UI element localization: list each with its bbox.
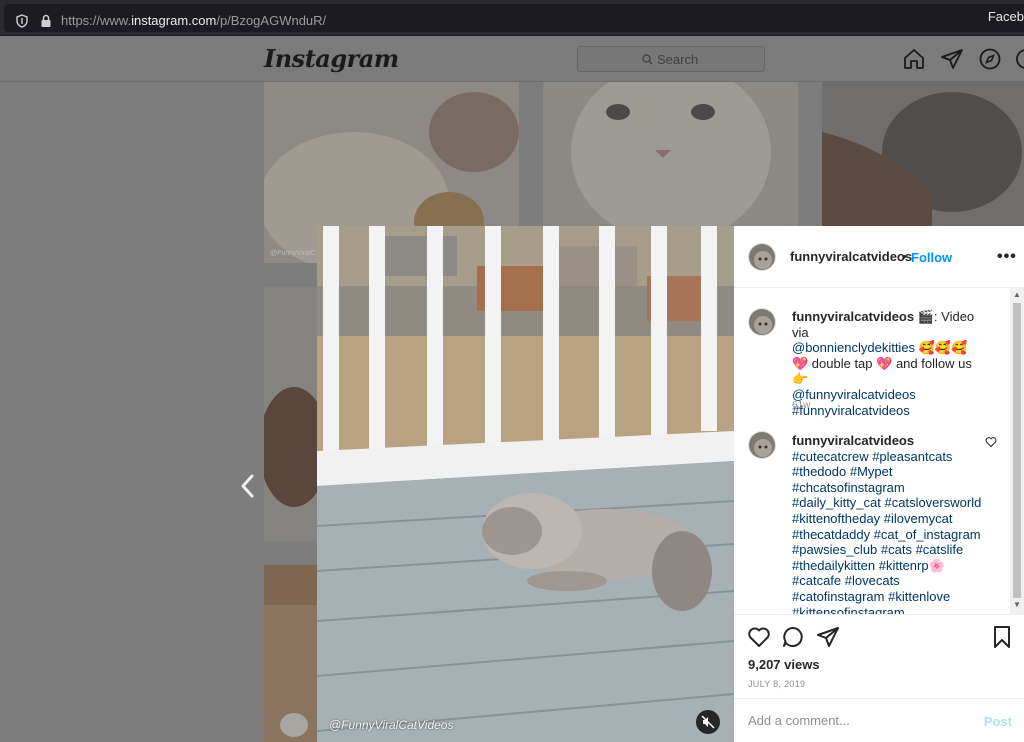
home-icon[interactable] (902, 47, 926, 71)
hashtag-line[interactable]: #chcatsofinstagram (792, 480, 905, 495)
url-text[interactable]: https://www.instagram.com/p/BzogAGWnduR/ (61, 13, 326, 28)
hashtag-line[interactable]: #catofinstagram #kittenlove (792, 589, 950, 604)
avatar-image (749, 309, 775, 335)
hashtag-line[interactable]: #kittensofinstagram (792, 605, 905, 614)
activity-icon[interactable] (1014, 47, 1024, 71)
follow-button[interactable]: Follow (911, 250, 952, 265)
post-comment-button[interactable]: Post (984, 714, 1012, 729)
comment-text: funnyviralcatvideos #cutecatcrew #pleasa… (792, 433, 992, 614)
comment-username[interactable]: funnyviralcatvideos (792, 433, 914, 448)
caption-avatar[interactable] (748, 308, 776, 336)
search-input[interactable]: Search (577, 46, 765, 72)
avatar-image (749, 432, 775, 458)
avatar[interactable] (748, 243, 776, 271)
view-count[interactable]: 9,207 views (748, 657, 820, 672)
share-icon[interactable] (816, 625, 840, 649)
url-path: /p/BzogAGWnduR/ (216, 13, 327, 28)
direct-icon[interactable] (940, 47, 964, 71)
hashtag-line[interactable]: #cutecatcrew #pleasantcats (792, 449, 952, 464)
hashtag-line[interactable]: #thedailykitten #kittenrp (792, 558, 929, 573)
post-date[interactable]: JULY 8, 2019 (748, 679, 805, 689)
flower-emoji: 🌸 (928, 557, 945, 573)
grid-post-2-image (543, 82, 798, 226)
clapper-emoji: 🎬 (917, 309, 934, 324)
post-username[interactable]: funnyviralcatvideos (790, 249, 912, 264)
comment-input[interactable] (748, 713, 968, 728)
hashtag-line[interactable]: #kittenoftheday #ilovemycat (792, 511, 952, 526)
pointing-emoji: 👉 (792, 371, 809, 387)
hashtag-line[interactable]: #thedodo #Mypet (792, 464, 892, 479)
mute-button[interactable] (696, 710, 720, 734)
comments-list[interactable]: funnyviralcatvideos 🎬: Video via @bonnie… (734, 288, 1024, 614)
comment-avatar[interactable] (748, 431, 776, 459)
comments-scrollbar[interactable]: ▲ ▼ (1010, 288, 1024, 614)
address-field[interactable]: https://www.instagram.com/p/BzogAGWnduR/ (4, 4, 1024, 32)
video-watermark: @FunnyViralCatVideos (329, 718, 454, 732)
caption-timestamp[interactable]: 61w (792, 400, 810, 411)
more-options-icon[interactable]: ••• (997, 248, 1017, 266)
grid-post-2[interactable] (543, 82, 798, 226)
caption-username[interactable]: funnyviralcatvideos (792, 309, 914, 324)
muted-speaker-icon (701, 715, 715, 729)
hashtag-line[interactable]: #pawsies_club #cats #catslife (792, 542, 963, 557)
grid-post-4[interactable] (264, 287, 317, 541)
url-host: instagram.com (131, 13, 217, 28)
lock-icon[interactable] (40, 14, 52, 28)
comment-like-heart-icon[interactable] (985, 436, 997, 448)
save-bookmark-icon[interactable] (990, 625, 1014, 649)
post-video[interactable]: @FunnyViralCatVideos (317, 226, 734, 742)
grid-post-4-image (264, 287, 317, 541)
caption-follow-us: and follow us (892, 355, 972, 371)
comment-bubble-icon[interactable] (781, 625, 805, 649)
tracking-shield-icon[interactable] (16, 14, 28, 28)
grid-post-5-image (264, 565, 317, 742)
previous-post-arrow-icon[interactable] (236, 470, 260, 502)
grid-post-5[interactable] (264, 565, 317, 742)
search-placeholder: Search (657, 52, 699, 67)
search-icon (642, 54, 653, 65)
mention-link[interactable]: @bonnienclydekitties (792, 340, 915, 355)
heart-emoji: 💖 (876, 355, 893, 371)
scroll-up-icon[interactable]: ▲ (1013, 290, 1021, 299)
explore-icon[interactable] (978, 47, 1002, 71)
hashtag-line[interactable]: #daily_kitty_cat #catsloversworld (792, 495, 981, 510)
scroll-thumb[interactable] (1013, 303, 1021, 598)
separator-dot: • (902, 249, 907, 264)
hashtag-line[interactable]: #thecatdaddy #cat_of_instagram (792, 527, 981, 542)
heart-emoji: 💖 (792, 355, 809, 371)
browser-url-bar: https://www.instagram.com/p/BzogAGWnduR/… (0, 0, 1024, 36)
avatar-image (749, 244, 775, 270)
instagram-header: Instagram Search (0, 36, 1024, 82)
instagram-logo[interactable]: Instagram (264, 44, 399, 73)
add-comment-form: Post (734, 698, 1024, 742)
mention-link[interactable]: @funnyviralcatvideos (792, 387, 916, 402)
grid-post-3-image (822, 82, 1024, 226)
heart-eyes-emoji: 🥰🥰🥰 (918, 340, 968, 356)
browser-tab-text[interactable]: Faceb (988, 9, 1024, 24)
url-prefix: https://www. (61, 13, 132, 28)
like-heart-icon[interactable] (747, 625, 771, 649)
hashtag-line[interactable]: #catcafe #lovecats (792, 573, 900, 588)
grid-watermark: @FunnyViralC (270, 250, 316, 257)
scroll-down-icon[interactable]: ▼ (1013, 600, 1021, 609)
caption-double-tap: double tap (808, 355, 877, 371)
post-actions: 9,207 views JULY 8, 2019 (734, 614, 1024, 698)
caption-text: funnyviralcatvideos 🎬: Video via @bonnie… (792, 309, 982, 418)
post-side-panel: funnyviralcatvideos • Follow ••• funnyvi… (734, 226, 1024, 742)
post-header: funnyviralcatvideos • Follow ••• (734, 226, 1024, 288)
cat-video-frame (317, 226, 734, 742)
grid-post-3[interactable] (822, 82, 1024, 226)
